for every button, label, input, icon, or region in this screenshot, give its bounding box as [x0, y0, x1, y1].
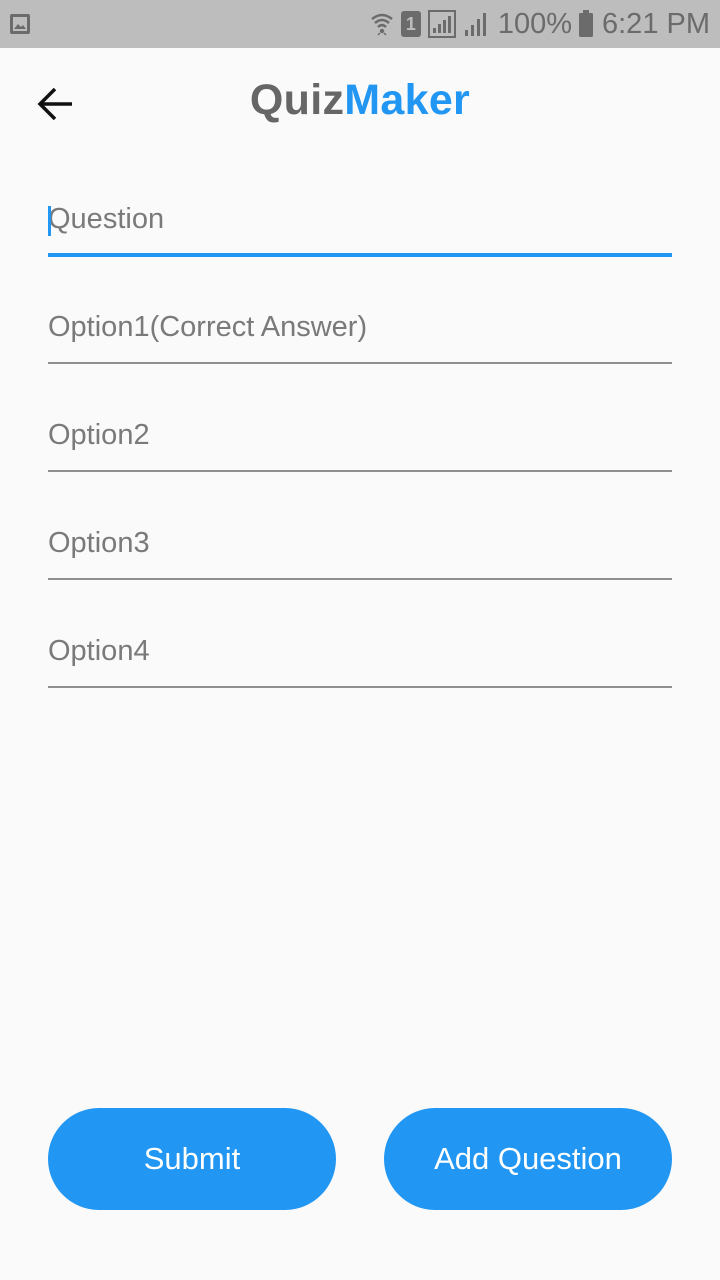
question-input[interactable] — [48, 176, 672, 256]
status-bar: 1 100% 6:21 PM — [0, 0, 720, 48]
question-field-container — [48, 176, 672, 257]
app-title: QuizMaker — [0, 76, 720, 125]
option4-field-container — [48, 608, 672, 688]
add-question-button[interactable]: Add Question — [384, 1108, 672, 1210]
question-underline — [48, 253, 672, 257]
app-title-quiz: Quiz — [249, 76, 345, 124]
wifi-icon — [371, 13, 393, 36]
option3-input[interactable] — [48, 500, 672, 580]
option4-input[interactable] — [48, 608, 672, 688]
gallery-icon — [10, 14, 30, 34]
signal-icon — [464, 13, 486, 36]
battery-icon — [579, 10, 593, 37]
option2-input[interactable] — [48, 392, 672, 472]
submit-button[interactable]: Submit — [48, 1108, 336, 1210]
option2-underline — [48, 470, 672, 472]
quiz-maker-screen: 1 100% 6:21 PM QuizMaker Question Option… — [0, 0, 720, 1280]
status-icons: 1 100% 6:21 PM — [370, 0, 710, 48]
signal-icon — [427, 10, 456, 38]
battery-percent: 100% — [497, 7, 572, 40]
clock: 6:21 PM — [602, 7, 710, 40]
option4-underline — [48, 686, 672, 688]
option1-input[interactable] — [48, 284, 672, 364]
option3-field-container — [48, 500, 672, 580]
option1-underline — [48, 362, 672, 364]
option1-field-container — [48, 284, 672, 364]
app-bar: QuizMaker — [0, 48, 720, 160]
sim-slot-label: 1 — [405, 13, 416, 34]
text-cursor — [48, 206, 51, 236]
option2-field-container — [48, 392, 672, 472]
option3-underline — [48, 578, 672, 580]
app-title-maker: Maker — [344, 76, 471, 124]
sim-icon: 1 — [400, 11, 421, 37]
